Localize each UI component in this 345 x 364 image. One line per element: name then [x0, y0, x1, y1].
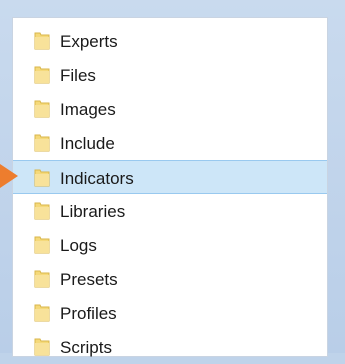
- folder-label: Profiles: [60, 304, 117, 323]
- folder-icon: [34, 66, 50, 84]
- folder-item-experts[interactable]: Experts: [13, 24, 327, 58]
- folder-icon: [34, 270, 50, 288]
- folder-item-logs[interactable]: Logs: [13, 228, 327, 262]
- folder-item-profiles[interactable]: Profiles: [13, 296, 327, 330]
- folder-label: Logs: [60, 236, 97, 255]
- folder-icon: [34, 338, 50, 356]
- folder-label: Presets: [60, 270, 118, 289]
- folder-item-scripts[interactable]: Scripts: [13, 330, 327, 364]
- folder-icon: [34, 236, 50, 254]
- folder-icon: [34, 134, 50, 152]
- folder-item-indicators[interactable]: Indicators: [13, 160, 327, 194]
- folder-label: Files: [60, 66, 96, 85]
- folder-label: Scripts: [60, 338, 112, 357]
- folder-icon: [34, 32, 50, 50]
- folder-item-files[interactable]: Files: [13, 58, 327, 92]
- folder-icon: [34, 202, 50, 220]
- folder-icon: [34, 304, 50, 322]
- pointer-arrow-icon: [0, 164, 18, 188]
- folder-list: Experts Files Images Include Indicators …: [13, 24, 327, 364]
- folder-item-include[interactable]: Include: [13, 126, 327, 160]
- folder-label: Experts: [60, 32, 118, 51]
- folder-label: Images: [60, 100, 116, 119]
- folder-label: Indicators: [60, 169, 134, 188]
- folder-list-panel: Experts Files Images Include Indicators …: [12, 17, 328, 357]
- folder-item-libraries[interactable]: Libraries: [13, 194, 327, 228]
- folder-label: Libraries: [60, 202, 126, 221]
- folder-icon: [34, 169, 50, 187]
- folder-item-presets[interactable]: Presets: [13, 262, 327, 296]
- folder-icon: [34, 100, 50, 118]
- folder-item-images[interactable]: Images: [13, 92, 327, 126]
- folder-label: Include: [60, 134, 115, 153]
